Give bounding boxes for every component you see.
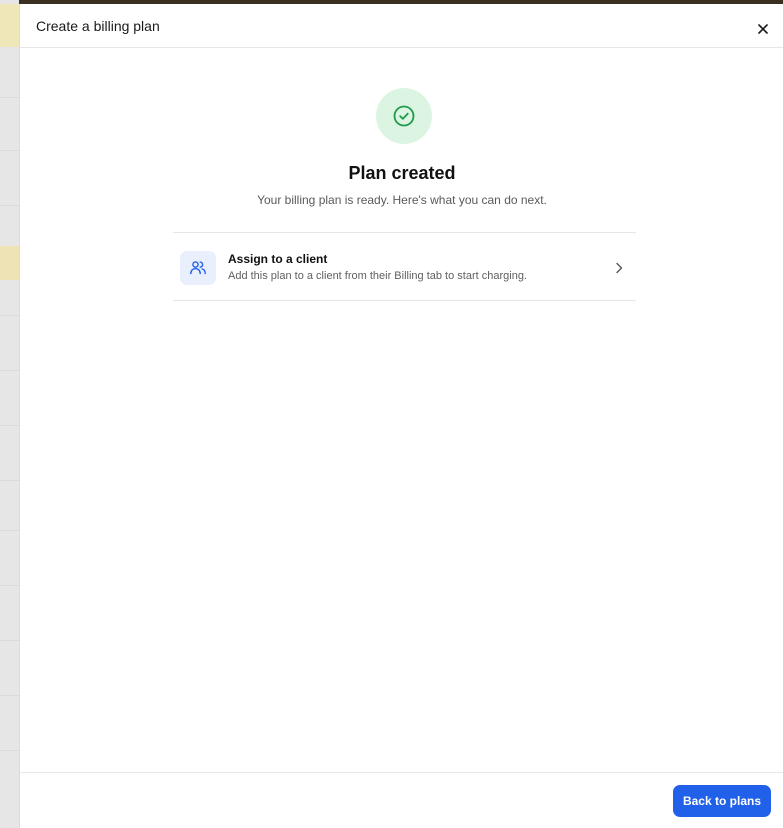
action-title: Assign to a client	[228, 252, 328, 266]
background-divider	[0, 585, 19, 586]
close-icon[interactable]	[756, 22, 770, 36]
success-subtitle: Your billing plan is ready. Here's what …	[257, 193, 547, 207]
background-divider	[0, 370, 19, 371]
modal-header: Create a billing plan	[20, 4, 783, 48]
background-divider	[0, 150, 19, 151]
background-divider	[0, 530, 19, 531]
background-divider	[0, 750, 19, 751]
background-divider	[0, 640, 19, 641]
background-divider	[0, 425, 19, 426]
action-description: Add this plan to a client from their Bil…	[228, 270, 527, 282]
background-app	[0, 0, 19, 828]
background-divider	[0, 480, 19, 481]
assign-to-client-action[interactable]: Assign to a client Add this plan to a cl…	[173, 232, 636, 301]
chevron-right-icon	[614, 261, 624, 274]
billing-plan-modal: Create a billing plan Plan created Your …	[19, 4, 783, 828]
background-highlight	[0, 4, 19, 47]
success-title: Plan created	[348, 163, 456, 183]
background-divider	[0, 695, 19, 696]
modal-footer: Back to plans	[20, 772, 783, 828]
background-highlight	[0, 246, 19, 280]
background-divider	[0, 97, 19, 98]
background-divider	[0, 315, 19, 316]
users-icon	[180, 251, 216, 285]
back-to-plans-button[interactable]: Back to plans	[672, 785, 771, 817]
modal-title: Create a billing plan	[36, 18, 160, 34]
check-circle-icon	[376, 88, 432, 144]
background-divider	[0, 205, 19, 206]
